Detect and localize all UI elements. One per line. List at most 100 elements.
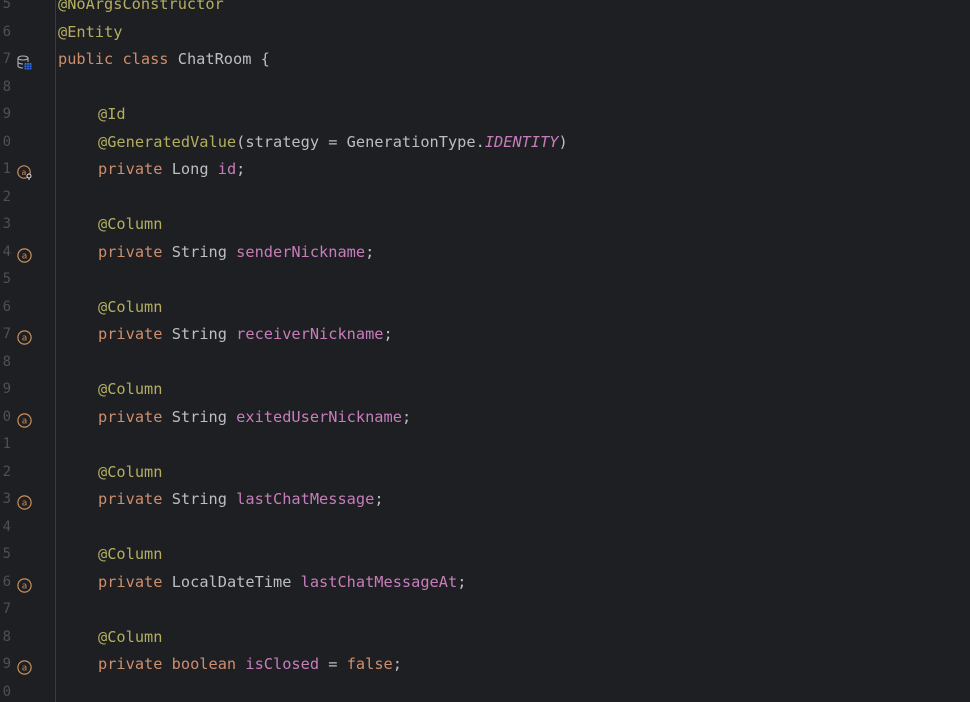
code-token: private [98, 325, 172, 343]
code-line[interactable]: 4 [0, 514, 970, 542]
line-number: 5 [2, 546, 11, 562]
code-token: ; [374, 490, 384, 508]
code-line[interactable]: 1 [0, 431, 970, 459]
code-text: private String senderNickname; [58, 239, 374, 267]
line-number: 6 [2, 573, 11, 590]
svg-text:a: a [22, 499, 28, 509]
code-token: @Column [98, 380, 163, 398]
line-number: 4 [2, 518, 11, 535]
code-token: receiverNickname [236, 325, 384, 343]
line-number: 9 [2, 656, 11, 672]
code-line[interactable]: 9 a private boolean isClosed = false; [0, 651, 970, 679]
code-line[interactable]: 2 @Column [0, 459, 970, 487]
code-token: public class [58, 50, 178, 68]
code-token: @Column [98, 462, 163, 481]
code-token: lastChatMessageAt [300, 572, 458, 591]
code-token: ChatRoom { [177, 50, 270, 68]
code-line[interactable]: 7 [0, 596, 970, 624]
code-line[interactable]: 5 [0, 266, 970, 294]
code-token: isClosed [245, 655, 320, 673]
line-number: 9 [2, 106, 11, 122]
line-number: 4 [2, 243, 11, 260]
code-line[interactable]: 6 a private LocalDateTime lastChatMessageA… [0, 569, 970, 597]
column-attribute-icon[interactable]: a [17, 575, 32, 593]
svg-text:a: a [22, 664, 28, 674]
column-attribute-icon[interactable]: a [17, 657, 32, 675]
svg-text:a: a [22, 334, 28, 344]
line-number: 9 [2, 381, 11, 397]
code-token: private [98, 572, 172, 591]
svg-text:a: a [22, 581, 28, 591]
code-text: @Column [58, 541, 162, 569]
line-number: 5 [2, 271, 11, 287]
code-line[interactable]: 3 a private String lastChatMessage; [0, 486, 970, 514]
code-token: @Id [98, 105, 126, 123]
line-number: 0 [2, 408, 11, 425]
code-token: @NoArgsConstructor [58, 0, 224, 13]
code-line[interactable]: 2 [0, 184, 970, 212]
code-token: ; [457, 572, 467, 591]
code-line[interactable]: 0 a private String exitedUserNickname; [0, 404, 970, 432]
code-token: private [98, 407, 172, 426]
code-line[interactable]: 8 @Column [0, 624, 970, 652]
line-number: 7 [2, 51, 11, 67]
svg-text:a: a [22, 251, 28, 261]
id-key-icon[interactable]: a [17, 162, 32, 180]
code-token: (strategy = GenerationType. [236, 132, 485, 151]
line-number: 3 [2, 216, 11, 232]
code-text: private String exitedUserNickname; [58, 404, 411, 432]
database-entity-icon[interactable] [17, 52, 32, 70]
code-text: @Entity [58, 19, 122, 47]
code-line[interactable]: 9 @Column [0, 376, 970, 404]
code-token: private boolean [98, 655, 246, 673]
line-number: 8 [2, 78, 11, 95]
code-line[interactable]: 3 @Column [0, 211, 970, 239]
line-number: 2 [2, 463, 11, 480]
code-token: private [98, 490, 172, 508]
code-token: @Entity [58, 22, 123, 41]
code-line[interactable]: 8 [0, 74, 970, 102]
code-line[interactable]: 0 [0, 679, 970, 702]
line-number: 7 [2, 326, 11, 342]
code-token: lastChatMessage [236, 490, 375, 508]
code-token: false [346, 655, 393, 673]
code-line[interactable]: 6 @Column [0, 294, 970, 322]
code-token: ) [558, 132, 568, 151]
column-attribute-icon[interactable]: a [17, 327, 32, 345]
line-number: 2 [2, 188, 11, 205]
code-token: ; [392, 655, 402, 673]
code-text: private String receiverNickname; [58, 321, 393, 349]
code-text: @Column [58, 459, 162, 487]
line-number: 0 [2, 133, 11, 150]
code-line[interactable]: 9 @Id [0, 101, 970, 129]
code-editor[interactable]: 5 @NoArgsConstructor 6 @Entity 7 public class… [0, 0, 970, 702]
column-attribute-icon[interactable]: a [17, 492, 32, 510]
line-number: 0 [2, 683, 11, 700]
code-token: Long [171, 160, 218, 178]
column-attribute-icon[interactable]: a [17, 245, 32, 263]
code-line[interactable]: 0 @GeneratedValue(strategy = GenerationTy… [0, 129, 970, 157]
code-line[interactable]: 5 @Column [0, 541, 970, 569]
column-attribute-icon[interactable]: a [17, 410, 32, 428]
line-number: 6 [2, 23, 11, 40]
code-line[interactable]: 8 [0, 349, 970, 377]
code-line[interactable]: 6 @Entity [0, 19, 970, 47]
code-text: private String lastChatMessage; [58, 486, 384, 514]
code-text: @Column [58, 294, 162, 322]
code-token: String [171, 242, 237, 261]
line-number: 8 [2, 628, 11, 645]
code-token: ; [365, 242, 375, 261]
code-token: ; [236, 160, 246, 178]
line-number: 6 [2, 298, 11, 315]
code-token: String [171, 490, 237, 508]
line-number: 3 [2, 491, 11, 507]
code-text: private boolean isClosed = false; [58, 651, 402, 679]
code-token: @Column [98, 297, 163, 316]
code-line[interactable]: 1 a private Long id; [0, 156, 970, 184]
code-line[interactable]: 7 public class ChatRoom { [0, 46, 970, 74]
code-token: ; [383, 325, 393, 343]
code-line[interactable]: 7 a private String receiverNickname; [0, 321, 970, 349]
code-line[interactable]: 4 a private String senderNickname; [0, 239, 970, 267]
svg-text:a: a [22, 168, 27, 177]
code-line[interactable]: 5 @NoArgsConstructor [0, 0, 970, 19]
